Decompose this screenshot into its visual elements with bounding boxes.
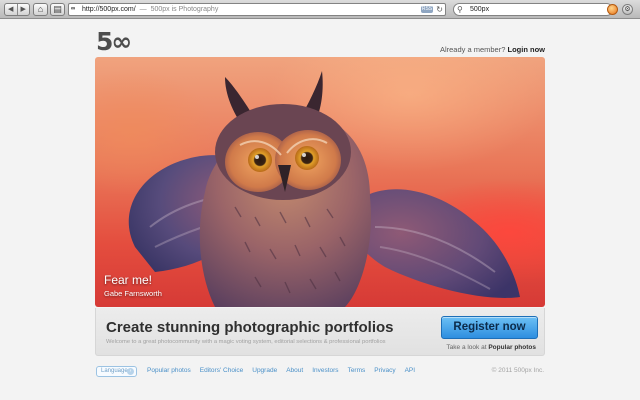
search-icon: ⚲ xyxy=(457,5,463,14)
login-link[interactable]: Login now xyxy=(508,45,546,54)
url-text: http://500px.com/ xyxy=(82,6,136,13)
search-value: 500px xyxy=(470,6,490,13)
title-separator: — xyxy=(139,6,147,13)
print-icon: ▤ xyxy=(53,4,62,14)
forward-button[interactable]: ▶ xyxy=(18,4,30,15)
page-title-text: 500px is Photography xyxy=(150,6,219,13)
popular-photos-link[interactable]: Popular photos xyxy=(488,344,536,351)
search-field[interactable]: ⚲ 500px xyxy=(453,3,613,16)
rss-button[interactable]: RSS xyxy=(421,6,433,13)
browser-toolbar: ◀ ▶ ⌂ ▤ + ∞ http://500px.com/ — 500px is… xyxy=(0,0,640,19)
footer-link-editors-choice[interactable]: Editors' Choice xyxy=(200,367,244,374)
chevron-right-icon: › xyxy=(127,368,134,375)
reload-icon[interactable]: ↻ xyxy=(436,5,443,14)
popular-prefix: Take a look at xyxy=(446,344,487,351)
home-icon: ⌂ xyxy=(37,4,44,14)
cta-panel: Create stunning photographic portfolios … xyxy=(95,308,545,356)
bookmarks-icon[interactable] xyxy=(607,4,618,15)
language-selector[interactable]: Language › xyxy=(96,366,137,377)
print-button[interactable]: ▤ xyxy=(50,3,65,16)
home-button[interactable]: ⌂ xyxy=(33,3,48,16)
back-forward-buttons: ◀ ▶ xyxy=(4,3,30,16)
site-favicon-icon: ∞ xyxy=(71,6,75,12)
footer-link-upgrade[interactable]: Upgrade xyxy=(252,367,277,374)
footer-link-privacy[interactable]: Privacy xyxy=(374,367,395,374)
member-prompt: Already a member? Login now xyxy=(440,45,545,54)
owl-photo-illustration xyxy=(128,71,520,307)
back-button[interactable]: ◀ xyxy=(5,4,18,15)
member-prompt-text: Already a member? xyxy=(439,45,506,54)
hero-photo[interactable]: Fear me! Gabe Farnsworth xyxy=(95,57,545,307)
footer-link-api[interactable]: API xyxy=(405,367,415,374)
language-label: Language xyxy=(101,368,128,374)
register-button[interactable]: Register now xyxy=(441,316,538,339)
cta-subtext: Welcome to a great photocommunity with a… xyxy=(106,339,386,345)
copyright: © 2011 500px Inc. xyxy=(491,367,544,374)
site-logo[interactable]: 5∞ xyxy=(96,29,132,54)
settings-gear-icon[interactable]: ⚙ xyxy=(622,4,633,15)
photo-title[interactable]: Fear me! xyxy=(104,273,152,287)
cta-headline: Create stunning photographic portfolios xyxy=(106,319,394,336)
photo-author[interactable]: Gabe Farnsworth xyxy=(104,289,162,298)
footer-link-investors[interactable]: Investors xyxy=(312,367,338,374)
footer-link-popular-photos[interactable]: Popular photos xyxy=(147,367,191,374)
address-bar[interactable]: + ∞ http://500px.com/ — 500px is Photogr… xyxy=(68,3,446,16)
footer-links: Popular photos Editors' Choice Upgrade A… xyxy=(147,367,415,374)
popular-prompt: Take a look at Popular photos xyxy=(446,344,536,351)
footer-link-about[interactable]: About xyxy=(286,367,303,374)
footer-link-terms[interactable]: Terms xyxy=(348,367,366,374)
